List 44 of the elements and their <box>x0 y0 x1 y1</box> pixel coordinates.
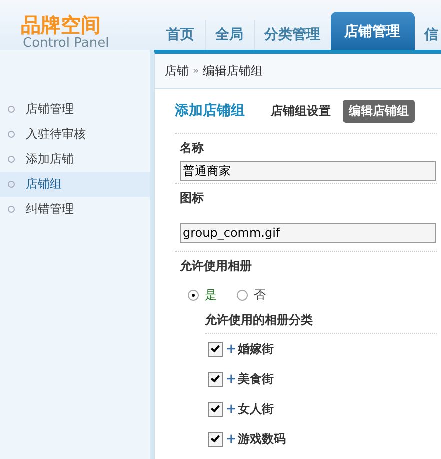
bullet-icon <box>8 206 15 213</box>
field-label: 图标 <box>180 190 204 207</box>
input-field[interactable]: group_comm.gif <box>180 223 436 243</box>
field-label: 名称 <box>180 140 204 157</box>
radio-label[interactable]: 否 <box>254 287 266 304</box>
bullet-icon <box>8 156 15 163</box>
checkbox-label: 美食街 <box>238 370 274 388</box>
nav-tab[interactable]: 首页 <box>156 20 205 50</box>
checkbox-label: 女人街 <box>238 400 274 418</box>
expand-toggle[interactable]: + <box>225 432 238 446</box>
breadcrumb-item[interactable]: 编辑店铺组 <box>203 62 264 80</box>
logo-title: 品牌空间 <box>21 14 101 36</box>
panel-tab[interactable]: 编辑店铺组 <box>343 100 415 122</box>
nav-tab[interactable]: 信 <box>414 20 441 50</box>
expand-toggle[interactable]: + <box>225 372 238 386</box>
checkbox[interactable] <box>208 432 223 446</box>
radio-label[interactable]: 是 <box>205 287 217 304</box>
checkbox[interactable] <box>208 342 223 356</box>
checkbox[interactable] <box>208 402 223 416</box>
field-label: 允许使用相册 <box>180 258 252 275</box>
sidebar-item[interactable]: 添加店铺 <box>0 147 150 172</box>
checkbox-label: 游戏数码 <box>238 430 286 448</box>
sidebar-item[interactable]: 店铺组 <box>0 172 150 197</box>
nav-tab[interactable]: 全局 <box>204 20 254 50</box>
radio-button[interactable] <box>188 290 199 301</box>
checkbox-label: 婚嫁街 <box>238 340 274 358</box>
sidebar-item[interactable]: 入驻待审核 <box>0 122 150 147</box>
expand-toggle[interactable]: + <box>225 342 238 356</box>
breadcrumb-item[interactable]: 店铺 <box>165 62 189 80</box>
bullet-icon <box>8 106 15 113</box>
panel-tab[interactable]: 店铺组设置 <box>265 100 337 122</box>
bullet-icon <box>8 181 15 188</box>
field-label: 允许使用的相册分类 <box>205 312 313 329</box>
radio-button[interactable] <box>237 290 248 301</box>
sidebar-item[interactable]: 店铺管理 <box>0 97 150 122</box>
expand-toggle[interactable]: + <box>225 402 238 416</box>
logo-subtitle: Control Panel <box>23 36 110 51</box>
breadcrumb-separator: » <box>193 66 200 76</box>
bullet-icon <box>8 131 15 138</box>
checkbox[interactable] <box>208 372 223 386</box>
nav-tab[interactable]: 店铺管理 <box>330 12 415 50</box>
sidebar-item[interactable]: 纠错管理 <box>0 197 150 222</box>
input-field[interactable]: 普通商家 <box>180 161 436 181</box>
panel-title: 添加店铺组 <box>175 102 245 120</box>
